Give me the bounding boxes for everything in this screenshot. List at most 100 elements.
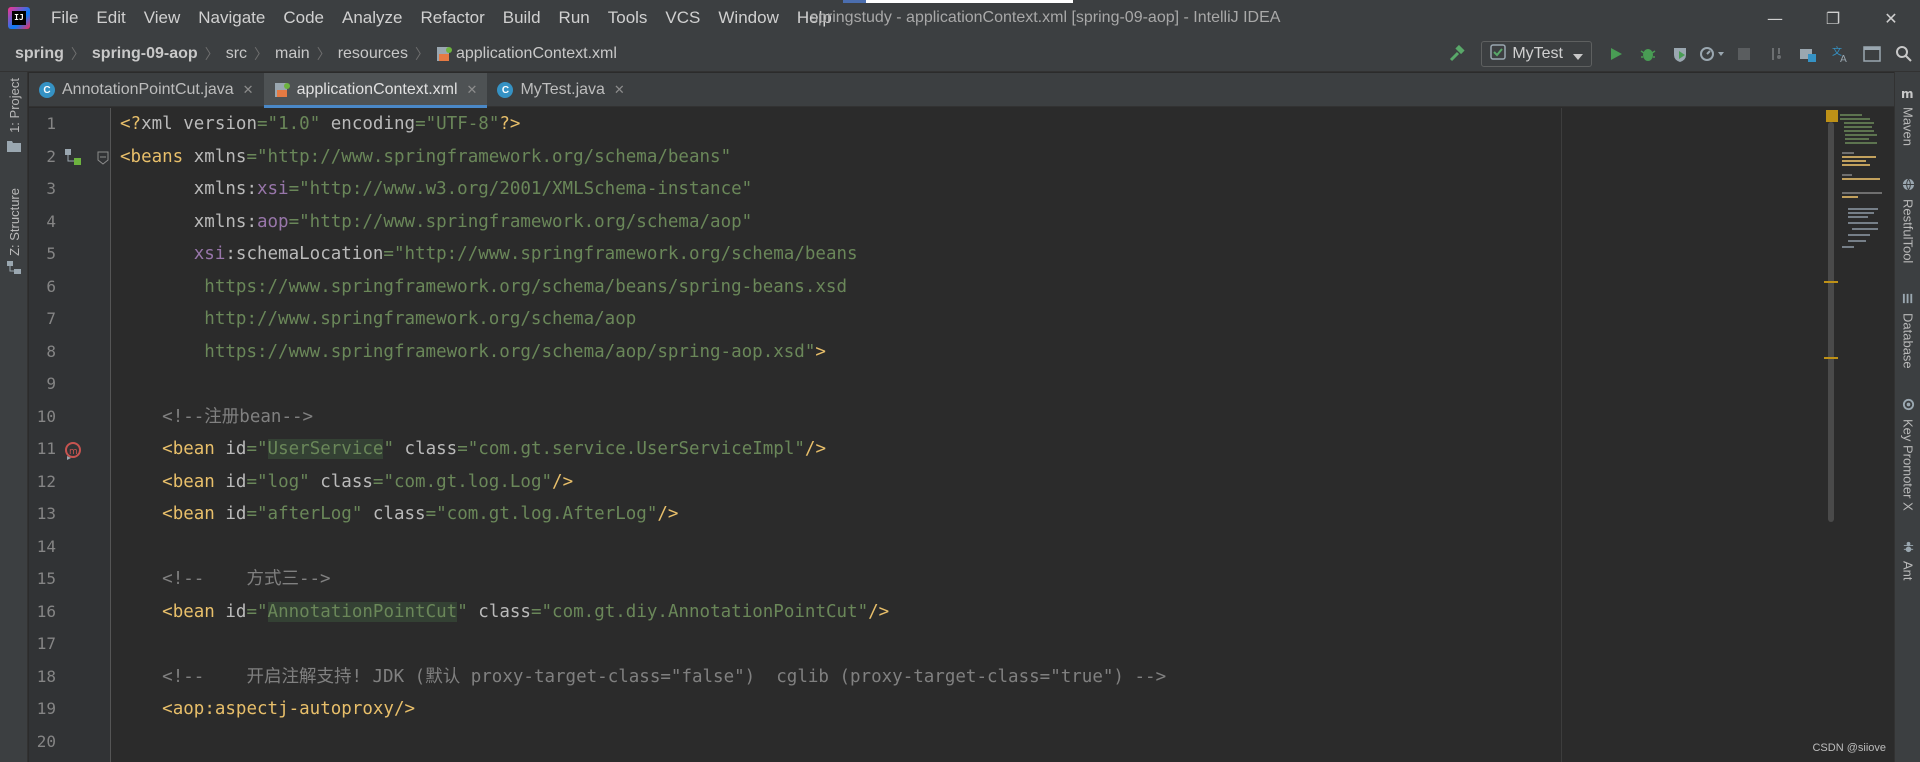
menu-run[interactable]: Run	[550, 0, 599, 36]
database-icon	[1902, 290, 1915, 309]
menu-code[interactable]: Code	[274, 0, 333, 36]
maven-tool-window-tab[interactable]: m Maven	[1895, 84, 1920, 146]
terminal-icon[interactable]	[1856, 36, 1888, 72]
ant-tab-label: Ant	[1900, 561, 1916, 581]
breadcrumb-separator-icon: 〉	[316, 46, 331, 63]
close-icon: ✕	[1884, 8, 1898, 28]
line-number: 15	[36, 569, 56, 588]
structure-tool-window-tab[interactable]: Z: Structure	[0, 188, 28, 279]
run-configuration-selector[interactable]: MyTest	[1481, 41, 1592, 67]
minimize-button[interactable]: —	[1746, 0, 1804, 36]
warning-stripe-marker[interactable]	[1824, 357, 1838, 359]
editor-scrollbar[interactable]	[1824, 108, 1894, 762]
spring-bean-gutter-icon[interactable]	[64, 148, 82, 170]
svg-text:m: m	[69, 447, 78, 457]
stop-icon[interactable]	[1728, 36, 1760, 72]
code-line-6: https://www.springframework.org/schema/b…	[204, 276, 847, 297]
breadcrumb-project[interactable]: spring	[15, 45, 64, 63]
tab-annotationpointcut-java[interactable]: C AnnotationPointCut.java ✕	[29, 73, 264, 107]
breadcrumb-module[interactable]: spring-09-aop	[92, 45, 198, 63]
menu-analyze[interactable]: Analyze	[333, 0, 411, 36]
close-button[interactable]: ✕	[1862, 0, 1920, 36]
restore-button[interactable]: ❐	[1804, 0, 1862, 36]
code-line-18: <!-- 开启注解支持! JDK (默认 proxy-target-class=…	[162, 666, 1167, 687]
close-icon[interactable]: ✕	[614, 82, 625, 98]
restfultool-tool-window-tab[interactable]: RestfulTool	[1895, 176, 1920, 263]
code-editor[interactable]: 1 2 3 4 5 6 7 8 9 10 11 12 13 14 15 16 1…	[29, 108, 1894, 762]
vcs-icon[interactable]	[1760, 36, 1792, 72]
window-controls: — ❐ ✕	[1746, 0, 1920, 36]
database-tool-window-tab[interactable]: Database	[1895, 290, 1920, 369]
breadcrumb-separator-icon: 〉	[70, 46, 85, 63]
code-line-1: <?xml version="1.0" encoding="UTF-8"?>	[120, 114, 521, 134]
tab-mytest-java[interactable]: C MyTest.java ✕	[487, 73, 634, 107]
breadcrumb-file[interactable]: applicationContext.xml	[456, 45, 617, 63]
line-number: 5	[46, 244, 56, 263]
key-promoter-tool-window-tab[interactable]: Key Promoter X	[1895, 396, 1920, 511]
menu-refactor[interactable]: Refactor	[411, 0, 493, 36]
tab-applicationcontext-xml[interactable]: applicationContext.xml ✕	[263, 73, 488, 108]
line-number: 9	[46, 374, 56, 393]
run-config-label: MyTest	[1512, 45, 1563, 62]
warning-indicator-icon[interactable]	[1826, 110, 1838, 122]
scroll-track[interactable]	[1824, 108, 1838, 762]
code-line-7: http://www.springframework.org/schema/ao…	[204, 309, 637, 329]
tab-label: AnnotationPointCut.java	[62, 81, 234, 98]
java-class-icon: C	[39, 82, 55, 98]
breadcrumb-main[interactable]: main	[275, 45, 310, 63]
close-icon[interactable]: ✕	[467, 82, 478, 98]
navigation-bar: spring 〉 spring-09-aop 〉 src 〉 main 〉 re…	[0, 36, 1920, 72]
menu-view[interactable]: View	[135, 0, 190, 36]
ant-tool-window-tab[interactable]: Ant	[1895, 538, 1920, 581]
aop-advice-gutter-icon[interactable]: m	[64, 442, 82, 464]
right-margin-guide	[1561, 108, 1562, 762]
line-number: 2	[46, 146, 56, 166]
menu-build[interactable]: Build	[494, 0, 550, 36]
menu-file[interactable]: File	[42, 0, 87, 36]
hammer-icon[interactable]	[1441, 36, 1473, 72]
project-structure-icon[interactable]	[1792, 36, 1824, 72]
profile-icon[interactable]	[1696, 36, 1728, 72]
editor-gutter[interactable]: 1 2 3 4 5 6 7 8 9 10 11 12 13 14 15 16 1…	[29, 108, 111, 762]
line-number: 8	[46, 341, 56, 361]
close-icon[interactable]: ✕	[243, 82, 254, 98]
menu-navigate[interactable]: Navigate	[189, 0, 274, 36]
svg-text:A: A	[1840, 54, 1847, 63]
code-line-10: <!--注册bean-->	[162, 406, 314, 427]
menu-edit[interactable]: Edit	[87, 0, 134, 36]
coverage-icon[interactable]	[1664, 36, 1696, 72]
scroll-thumb[interactable]	[1828, 122, 1834, 522]
menu-tools[interactable]: Tools	[599, 0, 657, 36]
maven-tab-label: Maven	[1900, 107, 1916, 147]
breadcrumb-resources[interactable]: resources	[338, 45, 408, 63]
highlighted-bean-id: AnnotationPointCut	[267, 601, 458, 622]
line-number: 20	[36, 731, 56, 751]
fold-icon[interactable]	[97, 150, 109, 169]
restfultool-tab-label: RestfulTool	[1900, 199, 1916, 264]
editor-tabs: C AnnotationPointCut.java ✕ applicationC…	[29, 73, 1894, 108]
translate-icon[interactable]: 文A	[1824, 36, 1856, 72]
code-line-4: xmlns:aop="http://www.springframework.or…	[193, 211, 753, 232]
breadcrumb-separator-icon: 〉	[204, 46, 219, 63]
warning-stripe-marker[interactable]	[1824, 281, 1838, 283]
debug-icon[interactable]	[1632, 36, 1664, 72]
search-icon[interactable]	[1888, 36, 1920, 72]
code-line-15: <!-- 方式三-->	[162, 569, 331, 589]
code-minimap[interactable]	[1840, 112, 1894, 272]
menu-vcs[interactable]: VCS	[656, 0, 709, 36]
breadcrumb: spring 〉 spring-09-aop 〉 src 〉 main 〉 re…	[15, 44, 617, 64]
code-line-2: <beans xmlns="http://www.springframework…	[120, 146, 732, 167]
run-icon[interactable]	[1600, 36, 1632, 72]
project-tool-window-tab[interactable]: 1: Project	[0, 78, 28, 156]
line-number: 6	[46, 276, 56, 296]
breadcrumb-src[interactable]: src	[226, 45, 247, 63]
main-toolbar: MyTest 文A	[1441, 36, 1920, 72]
breadcrumb-separator-icon: 〉	[414, 46, 429, 63]
line-number: 14	[36, 536, 56, 556]
menu-window[interactable]: Window	[709, 0, 787, 36]
intellij-logo-icon[interactable]: IJ	[8, 7, 30, 29]
code-content[interactable]: <?xml version="1.0" encoding="UTF-8"?> <…	[120, 108, 1490, 758]
